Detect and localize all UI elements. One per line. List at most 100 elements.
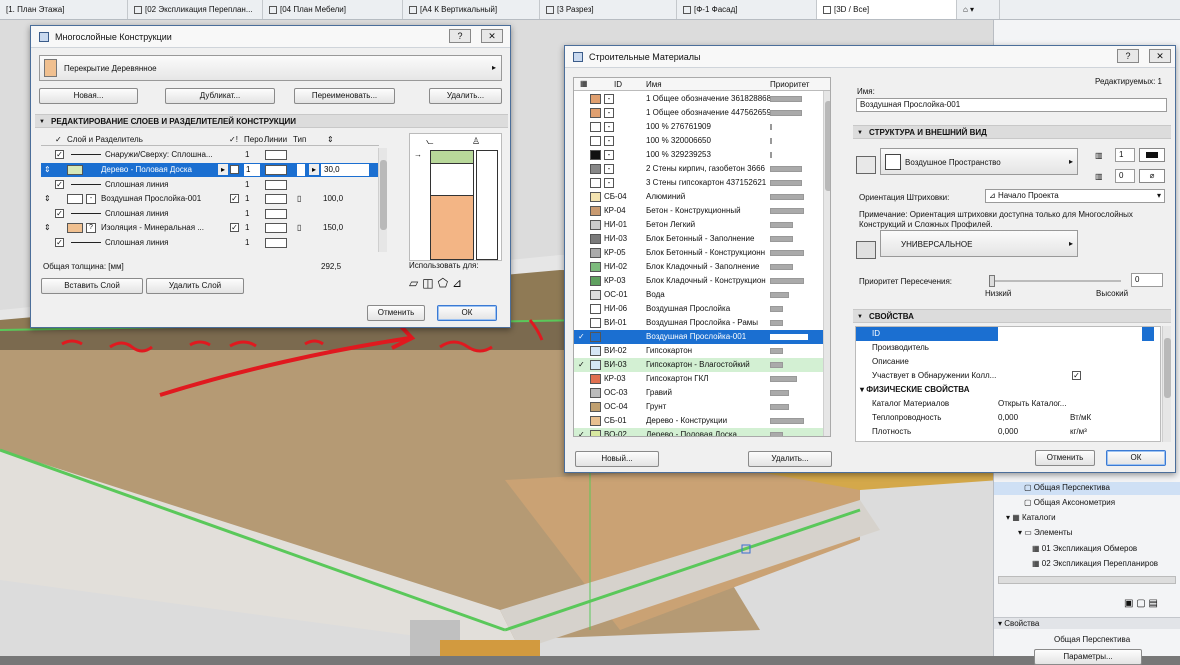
cancel-button[interactable]: Отменить	[1035, 450, 1095, 466]
tab-section[interactable]: [3 Разрез]	[540, 0, 677, 19]
material-row[interactable]: - 1 Общее обозначение 447562659	[574, 106, 823, 120]
nav-item[interactable]: ▾ ▭ Элементы	[1018, 526, 1072, 540]
material-row[interactable]: ВИ-02 Гипсокартон	[574, 344, 823, 358]
tab-explication[interactable]: [02 Экспликация Переплан...	[128, 0, 263, 19]
tab-home-menu[interactable]: ⌂ ▾	[957, 0, 1000, 19]
visibility-checkbox[interactable]: ✓	[55, 180, 64, 189]
material-row[interactable]: НИ-01 Бетон Легкий	[574, 218, 823, 232]
scroll-thumb[interactable]	[380, 160, 387, 230]
visibility-checkbox[interactable]: ✓	[55, 150, 64, 159]
priority-field[interactable]: 0	[1131, 273, 1163, 287]
material-row[interactable]: НИ-03 Блок Бетонный - Заполнение	[574, 232, 823, 246]
nav-hscrollbar[interactable]	[998, 576, 1176, 584]
properties-section-header[interactable]: СВОЙСТВА	[853, 309, 1171, 324]
material-row[interactable]: СБ-04 Алюминий	[574, 190, 823, 204]
material-row[interactable]: КР-05 Блок Бетонный - Конструкционн	[574, 246, 823, 260]
nav-item[interactable]: ▢ Общая Перспектива	[1024, 481, 1110, 495]
cancel-button[interactable]: Отменить	[367, 305, 425, 321]
delete-material-button[interactable]: Удалить...	[748, 451, 832, 467]
scroll-thumb[interactable]	[1164, 338, 1171, 398]
layer-row[interactable]: ✓ Сплошная линия 1	[41, 207, 379, 221]
material-row[interactable]: - 100 % 320006650	[574, 134, 823, 148]
use-for-icons[interactable]: ▱◫⬠⊿	[409, 276, 466, 290]
material-row[interactable]: ✓ Воздушная Прослойка-001	[574, 330, 823, 344]
material-row[interactable]: - 100 % 276761909	[574, 120, 823, 134]
layers-section-header[interactable]: РЕДАКТИРОВАНИЕ СЛОЕВ И РАЗДЕЛИТЕЛЕЙ КОНС…	[35, 114, 508, 129]
material-row[interactable]: ОС-03 Гравий	[574, 386, 823, 400]
material-name-field[interactable]: Воздушная Прослойка-001	[856, 98, 1167, 112]
prop-value[interactable]	[1142, 327, 1154, 341]
chevron-right-icon[interactable]: ▸	[309, 164, 319, 175]
delete-layer-button[interactable]: Удалить Слой	[146, 278, 244, 294]
type-toggle[interactable]	[297, 164, 305, 176]
pen-icon[interactable]: ♙	[472, 136, 480, 147]
properties-header[interactable]: ▾ Свойства	[994, 617, 1180, 629]
material-row[interactable]: - 100 % 329239253	[574, 148, 823, 162]
material-row[interactable]: ОС-04 Грунт	[574, 400, 823, 414]
properties-scrollbar[interactable]	[1162, 326, 1171, 442]
line-type-swatch[interactable]	[265, 223, 287, 233]
params-button[interactable]: Параметры...	[1034, 649, 1142, 665]
material-row[interactable]: КР-03 Гипсокартон ГКЛ	[574, 372, 823, 386]
material-row[interactable]: - 3 Стены гипсокартон 437152621	[574, 176, 823, 190]
ok-button[interactable]: ОК	[437, 305, 497, 321]
priority-slider-thumb[interactable]	[989, 275, 995, 287]
line-type-swatch[interactable]	[265, 238, 287, 248]
layer-row[interactable]: ⇕ - Воздушная Прослойка-001 ✓ 1 ▯ 100,0	[41, 192, 379, 206]
prop-value[interactable]: 0,000	[998, 411, 1018, 425]
open-catalog-link[interactable]: Открыть Каталог...	[998, 397, 1066, 411]
visibility-checkbox[interactable]: ✓	[55, 209, 64, 218]
layer-pen[interactable]: 1	[245, 148, 249, 162]
tab-layout[interactable]: [А4 К Вертикальный]	[403, 0, 540, 19]
delete-button[interactable]: Удалить...	[429, 88, 502, 104]
layer-row[interactable]: ✓ Снаружи/Сверху: Сплошна... 1	[41, 148, 379, 162]
fill-selector[interactable]: Воздушное Пространство ▸	[880, 148, 1078, 175]
layer-thickness[interactable]: 30,0	[321, 164, 369, 176]
nav-item[interactable]: ▾ ▦ Каталоги	[1006, 511, 1056, 525]
material-row[interactable]: КР-03 Блок Кладочный - Конструкцион	[574, 274, 823, 288]
core-checkbox[interactable]: ✓	[230, 194, 239, 203]
no-pen-icon[interactable]: ⌀	[1139, 169, 1165, 183]
material-row[interactable]: ✓ ВО-02 Дерево - Половая Доска	[574, 428, 823, 436]
material-row[interactable]: СБ-01 Дерево - Конструкции	[574, 414, 823, 428]
tab-elevation[interactable]: [Ф-1 Фасад]	[677, 0, 817, 19]
new-material-button[interactable]: Новый...	[575, 451, 659, 467]
nav-item[interactable]: ▢ Общая Аксонометрия	[1024, 496, 1115, 510]
layer-row-selected[interactable]: ⇕ Дерево - Половая Доска ▸ ✓ 1 ▸ 30,0	[41, 163, 379, 177]
layer-pen[interactable]: 1	[245, 192, 249, 206]
visibility-checkbox[interactable]: ✓	[55, 238, 64, 247]
duplicate-button[interactable]: Дубликат...	[165, 88, 275, 104]
help-button[interactable]: ?	[449, 29, 471, 43]
composite-selector[interactable]: Перекрытие Деревянное ▸	[39, 55, 502, 81]
fill-swatch[interactable]	[67, 223, 83, 233]
fill-pen-field[interactable]: 1	[1115, 148, 1135, 162]
tab-furniture-plan[interactable]: [04 План Мебели]	[263, 0, 403, 19]
material-row[interactable]: ✓ ВИ-03 Гипсокартон - Влагостойкий	[574, 358, 823, 372]
help-button[interactable]: ?	[1117, 49, 1139, 63]
layers-scrollbar[interactable]	[378, 148, 387, 252]
layer-pen[interactable]: 1	[244, 164, 260, 176]
prop-value[interactable]: 0,000	[998, 425, 1018, 439]
nav-item[interactable]: ▦ 02 Экспликация Перепланиров	[1032, 557, 1158, 571]
tab-3d[interactable]: [3D / Все]	[817, 0, 957, 19]
layer-thickness[interactable]: 100,0	[323, 192, 343, 206]
layer-row[interactable]: ⇕ ? Изоляция - Минеральная ... ✓ 1 ▯ 150…	[41, 221, 379, 235]
drag-handle-icon[interactable]: ⇕	[44, 163, 51, 177]
layer-row[interactable]: ✓ Сплошная линия 1	[41, 236, 379, 250]
fill-swatch[interactable]	[67, 194, 83, 204]
fill-pen-swatch[interactable]	[1139, 148, 1165, 162]
material-row[interactable]: ВИ-01 Воздушная Прослойка - Рамы	[574, 316, 823, 330]
scroll-thumb[interactable]	[825, 101, 830, 191]
layer-pen[interactable]: 1	[245, 178, 249, 192]
new-button[interactable]: Новая...	[39, 88, 138, 104]
priority-slider[interactable]	[993, 280, 1121, 282]
line-type-swatch[interactable]	[265, 150, 287, 160]
rename-button[interactable]: Переименовать...	[294, 88, 395, 104]
type-toggle[interactable]: ▯	[297, 221, 301, 235]
materials-scrollbar[interactable]	[823, 91, 830, 436]
line-type-swatch[interactable]	[265, 180, 287, 190]
close-button[interactable]: ✕	[1149, 49, 1171, 63]
background-pen-field[interactable]: 0	[1115, 169, 1135, 183]
close-button[interactable]: ✕	[481, 29, 503, 43]
line-type-swatch[interactable]	[265, 165, 287, 175]
